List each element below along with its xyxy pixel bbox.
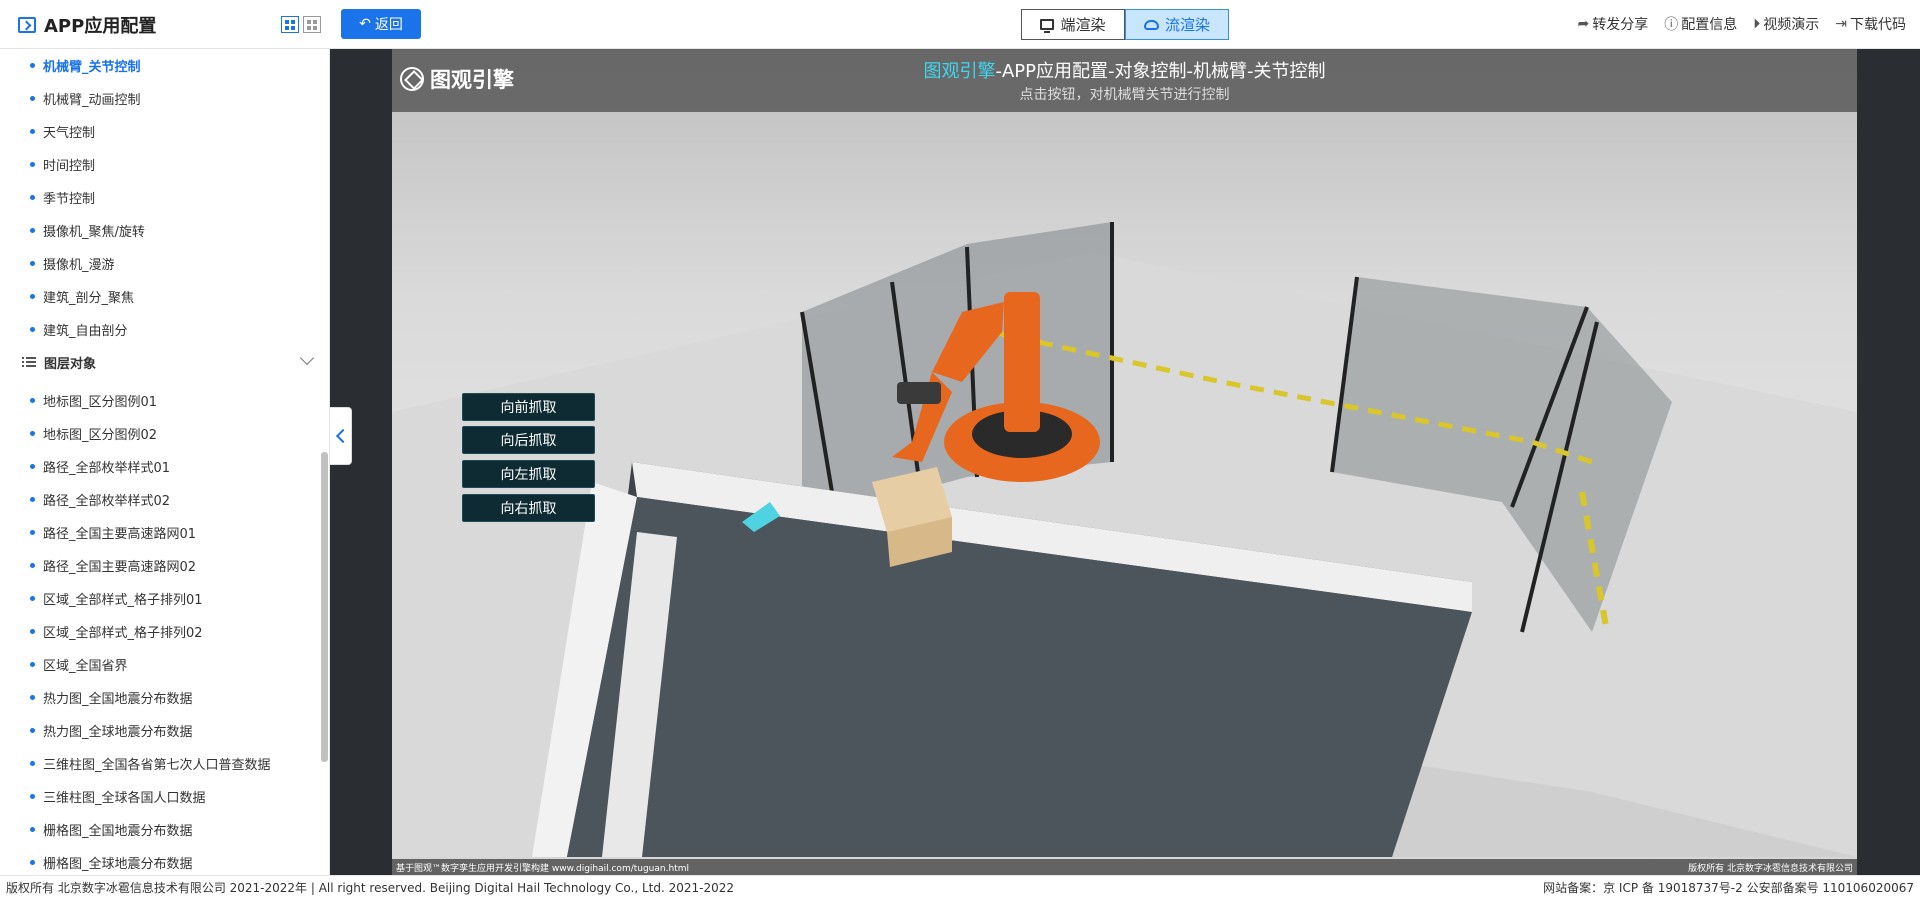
list-view-icon[interactable] [303, 16, 321, 33]
bullet-icon [30, 596, 35, 601]
bullet-icon [30, 827, 35, 832]
bullet-icon [30, 261, 35, 266]
sidebar-item-season[interactable]: 季节控制 [30, 188, 95, 207]
share-link[interactable]: ➦ 转发分享 [1578, 14, 1649, 34]
grab-backward-button[interactable]: 向后抓取 [462, 426, 595, 454]
bullet-icon [30, 294, 35, 299]
3d-viewport[interactable]: 图观引擎 图观引擎-APP应用配置-对象控制-机械臂-关节控制 点击按钮，对机械… [392, 49, 1857, 875]
exit-icon: ⇥ [1835, 16, 1847, 32]
sidebar-item-layer[interactable]: 三维柱图_全国各省第七次人口普查数据 [30, 754, 271, 773]
video-demo-link[interactable]: ⏵ 视频演示 [1753, 14, 1819, 34]
share-arrow-icon: ➦ [1577, 16, 1590, 32]
sidebar-item-building-free[interactable]: 建筑_自由剖分 [30, 320, 128, 339]
sidebar-item-layer[interactable]: 热力图_全球地震分布数据 [30, 721, 193, 740]
bullet-icon [30, 96, 35, 101]
grab-left-button[interactable]: 向左抓取 [462, 460, 595, 488]
copyright-text: 版权所有 北京数字冰雹信息技术有限公司 2021-2022年 | All rig… [6, 880, 735, 895]
bullet-icon [30, 398, 35, 403]
sidebar-item-layer[interactable]: 栅格图_全球地震分布数据 [30, 853, 193, 872]
engine-credit: 基于图观™数字孪生应用开发引擎构建 www.digihail.com/tugua… [396, 863, 689, 874]
bullet-icon [30, 431, 35, 436]
layout-toggle[interactable] [281, 16, 321, 33]
sidebar-item-layer[interactable]: 区域_全部样式_格子排列02 [30, 622, 203, 641]
undo-arrow-icon: ↶ [359, 16, 371, 32]
bullet-icon [30, 129, 35, 134]
sidebar-item-layer[interactable]: 路径_全国主要高速路网02 [30, 556, 196, 575]
collapse-sidebar-button[interactable] [330, 407, 352, 465]
stream-render-button[interactable]: 流渲染 [1125, 9, 1229, 40]
sidebar-item-layer[interactable]: 区域_全部样式_格子排列01 [30, 589, 203, 608]
icp-record: 网站备案：京 ICP 备 19018737号-2 公安部备案号 11010602… [1543, 880, 1914, 895]
bullet-icon [30, 695, 35, 700]
render-stage: 图观引擎 图观引擎-APP应用配置-对象控制-机械臂-关节控制 点击按钮，对机械… [330, 49, 1920, 875]
render-mode-toggle: 端渲染 流渲染 [1021, 9, 1229, 40]
grab-right-button[interactable]: 向右抓取 [462, 494, 595, 522]
chevron-left-icon [335, 428, 350, 444]
bullet-icon [30, 629, 35, 634]
client-render-button[interactable]: 端渲染 [1021, 9, 1125, 40]
sidebar-item-layer[interactable]: 栅格图_全国地震分布数据 [30, 820, 193, 839]
cloud-upload-icon [1143, 19, 1159, 30]
viewport-header: 图观引擎 图观引擎-APP应用配置-对象控制-机械臂-关节控制 点击按钮，对机械… [392, 49, 1857, 112]
sidebar-item-camera-focus[interactable]: 摄像机_聚焦/旋转 [30, 221, 145, 240]
app-title: APP应用配置 [18, 12, 156, 38]
grid-view-icon[interactable] [281, 16, 299, 33]
viewport-copyright: 版权所有 北京数字冰雹信息技术有限公司 [1688, 863, 1853, 874]
group-layer-objects[interactable]: 图层对象 [22, 350, 315, 372]
bullet-icon [30, 563, 35, 568]
app-title-text: APP应用配置 [44, 16, 157, 37]
sidebar-item-layer[interactable]: 路径_全国主要高速路网01 [30, 523, 196, 542]
bullet-icon [30, 794, 35, 799]
sidebar-item-layer[interactable]: 地标图_区分图例02 [30, 424, 157, 443]
sidebar-item-camera-roam[interactable]: 摄像机_漫游 [30, 254, 115, 273]
sidebar-item-layer[interactable]: 三维柱图_全球各国人口数据 [30, 787, 206, 806]
bullet-icon [30, 63, 35, 68]
page-footer: 版权所有 北京数字冰雹信息技术有限公司 2021-2022年 | All rig… [0, 875, 1920, 898]
sidebar-item-layer[interactable]: 路径_全部枚举样式01 [30, 457, 170, 476]
bullet-icon [30, 860, 35, 865]
bullet-icon [30, 327, 35, 332]
sidebar-item-layer[interactable]: 地标图_区分图例01 [30, 391, 157, 410]
bullet-icon [30, 162, 35, 167]
monitor-icon [1040, 19, 1055, 33]
bullet-icon [30, 662, 35, 667]
play-circle-icon: ⏵ [1753, 16, 1761, 32]
top-bar: APP应用配置 ↶ 返回 端渲染 流渲染 ➦ 转发分享 ⓘ 配置信息 ⏵ 视频演示 ⇥… [0, 0, 1920, 49]
sidebar-item-layer[interactable]: 热力图_全国地震分布数据 [30, 688, 193, 707]
info-circle-icon: ⓘ [1664, 17, 1679, 33]
list-icon [22, 357, 36, 368]
bullet-icon [30, 761, 35, 766]
sidebar-item-building-focus[interactable]: 建筑_剖分_聚焦 [30, 287, 134, 306]
grab-forward-button[interactable]: 向前抓取 [462, 393, 595, 421]
viewport-footer: 基于图观™数字孪生应用开发引擎构建 www.digihail.com/tugua… [392, 859, 1857, 875]
viewport-subtitle: 点击按钮，对机械臂关节进行控制 [1019, 87, 1230, 103]
sidebar-item-layer[interactable]: 区域_全国省界 [30, 655, 128, 674]
back-button[interactable]: ↶ 返回 [341, 9, 421, 39]
sidebar: 机械臂_关节控制 机械臂_动画控制 天气控制 时间控制 季节控制 摄像机_聚焦/… [0, 49, 330, 875]
bullet-icon [30, 497, 35, 502]
bullet-icon [30, 530, 35, 535]
bullet-icon [30, 464, 35, 469]
terminal-icon [18, 17, 36, 33]
top-actions: ➦ 转发分享 ⓘ 配置信息 ⏵ 视频演示 ⇥ 下载代码 [1578, 14, 1906, 34]
sidebar-item-arm-joint[interactable]: 机械臂_关节控制 [30, 56, 141, 75]
download-code-link[interactable]: ⇥ 下载代码 [1835, 14, 1906, 34]
bullet-icon [30, 728, 35, 733]
viewport-title: 图观引擎-APP应用配置-对象控制-机械臂-关节控制 [923, 61, 1326, 82]
bullet-icon [30, 228, 35, 233]
sidebar-scrollbar[interactable] [321, 452, 328, 762]
chevron-down-icon[interactable] [299, 350, 315, 366]
sidebar-item-layer[interactable]: 路径_全部枚举样式02 [30, 490, 170, 509]
robot-arm-scene [392, 222, 1857, 857]
sidebar-item-weather[interactable]: 天气控制 [30, 122, 95, 141]
sidebar-item-arm-animation[interactable]: 机械臂_动画控制 [30, 89, 141, 108]
config-info-link[interactable]: ⓘ 配置信息 [1664, 14, 1737, 34]
sidebar-item-time[interactable]: 时间控制 [30, 155, 95, 174]
bullet-icon [30, 195, 35, 200]
